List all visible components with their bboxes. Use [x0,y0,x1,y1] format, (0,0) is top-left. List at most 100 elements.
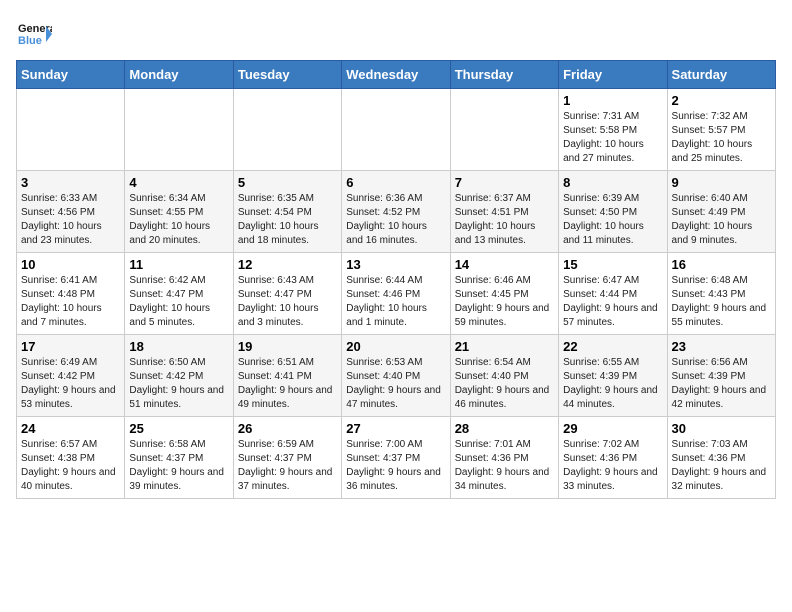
day-cell: 10 Sunrise: 6:41 AMSunset: 4:48 PMDayligh… [17,253,125,335]
day-cell: 29 Sunrise: 7:02 AMSunset: 4:36 PMDayligh… [559,417,667,499]
day-number: 13 [346,257,445,272]
day-info: Sunrise: 6:47 AMSunset: 4:44 PMDaylight:… [563,274,662,330]
day-number: 15 [563,257,662,272]
day-number: 6 [346,175,445,190]
day-cell: 4Sunrise: 6:34 AMSunset: 4:55 PMDaylight… [125,171,233,253]
day-info: Sunrise: 6:49 AMSunset: 4:42 PMDaylight:… [21,356,120,412]
day-info: Sunrise: 6:55 AMSunset: 4:39 PMDaylight:… [563,356,662,412]
day-cell: 11 Sunrise: 6:42 AMSunset: 4:47 PMDayligh… [125,253,233,335]
day-number: 23 [672,339,771,354]
day-cell: 16Sunrise: 6:48 AMSunset: 4:43 PMDayligh… [667,253,775,335]
day-number: 3 [21,175,120,190]
week-row-5: 24 Sunrise: 6:57 AMSunset: 4:38 PMDayligh… [17,417,776,499]
day-cell: 12Sunrise: 6:43 AMSunset: 4:47 PMDayligh… [233,253,341,335]
day-number: 5 [238,175,337,190]
day-info: Sunrise: 7:00 AMSunset: 4:37 PMDaylight:… [346,438,445,494]
weekday-header-wednesday: Wednesday [342,61,450,89]
day-info: Sunrise: 6:50 AMSunset: 4:42 PMDaylight:… [129,356,228,412]
day-cell: 18 Sunrise: 6:50 AMSunset: 4:42 PMDayligh… [125,335,233,417]
day-info: Sunrise: 6:44 AMSunset: 4:46 PMDaylight:… [346,274,445,330]
day-info: Sunrise: 7:02 AMSunset: 4:36 PMDaylight:… [563,438,662,494]
weekday-header-thursday: Thursday [450,61,558,89]
logo: General Blue [16,16,52,52]
day-number: 22 [563,339,662,354]
week-row-1: 1 Sunrise: 7:31 AMSunset: 5:58 PMDaylight… [17,89,776,171]
day-number: 30 [672,421,771,436]
day-number: 28 [455,421,554,436]
day-info: Sunrise: 6:33 AMSunset: 4:56 PMDaylight:… [21,192,120,248]
day-number: 24 [21,421,120,436]
day-info: Sunrise: 6:54 AMSunset: 4:40 PMDaylight:… [455,356,554,412]
week-row-3: 10 Sunrise: 6:41 AMSunset: 4:48 PMDayligh… [17,253,776,335]
day-info: Sunrise: 6:56 AMSunset: 4:39 PMDaylight:… [672,356,771,412]
week-row-2: 3 Sunrise: 6:33 AMSunset: 4:56 PMDaylight… [17,171,776,253]
day-info: Sunrise: 6:42 AMSunset: 4:47 PMDaylight:… [129,274,228,330]
day-cell: 13 Sunrise: 6:44 AMSunset: 4:46 PMDayligh… [342,253,450,335]
day-number: 25 [129,421,228,436]
day-number: 29 [563,421,662,436]
day-info: Sunrise: 6:39 AMSunset: 4:50 PMDaylight:… [563,192,662,248]
day-cell: 2 Sunrise: 7:32 AMSunset: 5:57 PMDaylight… [667,89,775,171]
day-info: Sunrise: 7:32 AMSunset: 5:57 PMDaylight:… [672,110,771,166]
weekday-header-monday: Monday [125,61,233,89]
day-info: Sunrise: 6:46 AMSunset: 4:45 PMDaylight:… [455,274,554,330]
day-cell: 19 Sunrise: 6:51 AMSunset: 4:41 PMDayligh… [233,335,341,417]
header: General Blue [16,16,776,52]
day-cell: 5 Sunrise: 6:35 AMSunset: 4:54 PMDaylight… [233,171,341,253]
weekday-header-tuesday: Tuesday [233,61,341,89]
day-cell: 24 Sunrise: 6:57 AMSunset: 4:38 PMDayligh… [17,417,125,499]
day-number: 9 [672,175,771,190]
day-info: Sunrise: 6:53 AMSunset: 4:40 PMDaylight:… [346,356,445,412]
day-number: 21 [455,339,554,354]
day-number: 18 [129,339,228,354]
day-cell: 17 Sunrise: 6:49 AMSunset: 4:42 PMDayligh… [17,335,125,417]
day-info: Sunrise: 6:57 AMSunset: 4:38 PMDaylight:… [21,438,120,494]
day-number: 17 [21,339,120,354]
day-cell: 9Sunrise: 6:40 AMSunset: 4:49 PMDaylight… [667,171,775,253]
weekday-header-friday: Friday [559,61,667,89]
day-number: 2 [672,93,771,108]
day-number: 4 [129,175,228,190]
day-number: 7 [455,175,554,190]
day-cell: 15 Sunrise: 6:47 AMSunset: 4:44 PMDayligh… [559,253,667,335]
day-number: 19 [238,339,337,354]
day-cell: 21 Sunrise: 6:54 AMSunset: 4:40 PMDayligh… [450,335,558,417]
day-number: 20 [346,339,445,354]
day-cell: 23 Sunrise: 6:56 AMSunset: 4:39 PMDayligh… [667,335,775,417]
day-info: Sunrise: 6:59 AMSunset: 4:37 PMDaylight:… [238,438,337,494]
day-number: 14 [455,257,554,272]
day-info: Sunrise: 6:35 AMSunset: 4:54 PMDaylight:… [238,192,337,248]
day-cell: 1 Sunrise: 7:31 AMSunset: 5:58 PMDaylight… [559,89,667,171]
week-row-4: 17 Sunrise: 6:49 AMSunset: 4:42 PMDayligh… [17,335,776,417]
day-info: Sunrise: 6:37 AMSunset: 4:51 PMDaylight:… [455,192,554,248]
day-number: 8 [563,175,662,190]
weekday-header-saturday: Saturday [667,61,775,89]
day-cell [17,89,125,171]
day-cell [342,89,450,171]
day-cell: 25 Sunrise: 6:58 AMSunset: 4:37 PMDayligh… [125,417,233,499]
day-number: 1 [563,93,662,108]
day-cell [125,89,233,171]
day-info: Sunrise: 6:36 AMSunset: 4:52 PMDaylight:… [346,192,445,248]
day-cell: 7 Sunrise: 6:37 AMSunset: 4:51 PMDaylight… [450,171,558,253]
day-cell: 6 Sunrise: 6:36 AMSunset: 4:52 PMDaylight… [342,171,450,253]
day-cell: 20 Sunrise: 6:53 AMSunset: 4:40 PMDayligh… [342,335,450,417]
day-cell: 28Sunrise: 7:01 AMSunset: 4:36 PMDayligh… [450,417,558,499]
day-number: 10 [21,257,120,272]
day-info: Sunrise: 6:58 AMSunset: 4:37 PMDaylight:… [129,438,228,494]
day-info: Sunrise: 7:31 AMSunset: 5:58 PMDaylight:… [563,110,662,166]
day-cell: 14 Sunrise: 6:46 AMSunset: 4:45 PMDayligh… [450,253,558,335]
day-number: 26 [238,421,337,436]
svg-text:Blue: Blue [18,35,42,47]
weekday-header-sunday: Sunday [17,61,125,89]
day-cell: 26 Sunrise: 6:59 AMSunset: 4:37 PMDayligh… [233,417,341,499]
logo-svg: General Blue [16,16,52,52]
day-cell: 30 Sunrise: 7:03 AMSunset: 4:36 PMDayligh… [667,417,775,499]
day-info: Sunrise: 7:03 AMSunset: 4:36 PMDaylight:… [672,438,771,494]
day-info: Sunrise: 6:41 AMSunset: 4:48 PMDaylight:… [21,274,120,330]
day-cell: 3 Sunrise: 6:33 AMSunset: 4:56 PMDaylight… [17,171,125,253]
day-info: Sunrise: 6:48 AMSunset: 4:43 PMDaylight:… [672,274,771,330]
day-number: 11 [129,257,228,272]
calendar-table: SundayMondayTuesdayWednesdayThursdayFrid… [16,60,776,499]
day-info: Sunrise: 6:51 AMSunset: 4:41 PMDaylight:… [238,356,337,412]
